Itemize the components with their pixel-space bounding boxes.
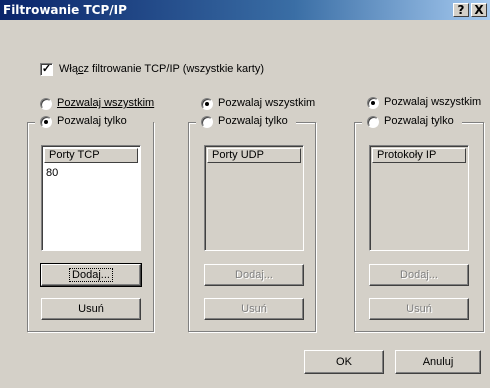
udp-add-button[interactable]: Dodaj... [204,264,304,286]
ip-list-header[interactable]: Protokoły IP [372,148,466,163]
udp-remove-button[interactable]: Usuń [204,298,304,320]
ok-button[interactable]: OK [304,350,384,374]
ip-protocols-list[interactable]: Protokoły IP [369,145,469,251]
ip-add-button[interactable]: Dodaj... [369,264,469,286]
enable-filter-label: Włącz filtrowanie TCP/IP (wszystkie kart… [59,63,264,75]
tcp-permit-only-label: Pozwalaj tylko [57,115,127,127]
tcp-add-button[interactable]: Dodaj... [40,263,142,287]
ip-permit-all-label: Pozwalaj wszystkim [384,96,482,108]
window-title: Filtrowanie TCP/IP [3,3,127,17]
tcp-remove-button[interactable]: Usuń [41,298,141,320]
list-item[interactable]: 80 [46,167,58,180]
udp-permit-all-radio[interactable] [201,98,213,110]
udp-permit-only-radio[interactable] [201,116,213,128]
enable-filter-checkbox[interactable]: ✓ [40,63,53,76]
tcp-permit-all-radio[interactable] [40,98,52,110]
udp-permit-all-label: Pozwalaj wszystkim [218,97,316,109]
udp-ports-list[interactable]: Porty UDP [204,145,304,251]
help-button[interactable]: ? [453,3,469,17]
close-button[interactable]: X [471,3,487,17]
tcp-permit-all-label: Pozwalaj wszystkim [57,97,155,109]
ip-permit-all-radio[interactable] [367,97,379,109]
udp-list-header[interactable]: Porty UDP [207,148,301,163]
tcp-permit-only-radio[interactable] [40,116,52,128]
title-bar[interactable]: Filtrowanie TCP/IP ? X [0,0,490,20]
ip-remove-button[interactable]: Usuń [369,298,469,320]
cancel-button[interactable]: Anuluj [395,350,481,374]
tcp-list-header[interactable]: Porty TCP [44,148,138,163]
ip-permit-only-label: Pozwalaj tylko [384,115,454,127]
tcp-ports-list[interactable]: Porty TCP 80 [41,145,141,251]
ip-permit-only-radio[interactable] [367,116,379,128]
udp-permit-only-label: Pozwalaj tylko [218,115,288,127]
